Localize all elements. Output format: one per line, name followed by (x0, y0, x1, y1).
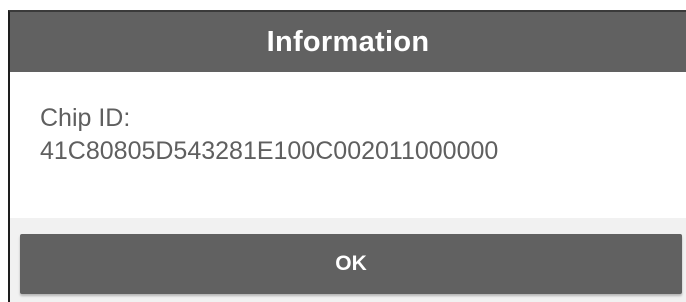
chip-id-label: Chip ID: (40, 104, 131, 132)
dialog-footer: OK (10, 218, 686, 302)
dialog-title: Information (266, 25, 430, 58)
dialog-message: Chip ID: 41C80805D543281E100C00201100000… (40, 102, 676, 168)
information-dialog: Information Chip ID: 41C80805D543281E100… (8, 10, 686, 302)
dialog-title-bar: Information (10, 12, 686, 72)
chip-id-value: 41C80805D543281E100C002011000000 (40, 137, 499, 165)
ok-button-label: OK (335, 252, 367, 275)
ok-button[interactable]: OK (20, 234, 682, 294)
